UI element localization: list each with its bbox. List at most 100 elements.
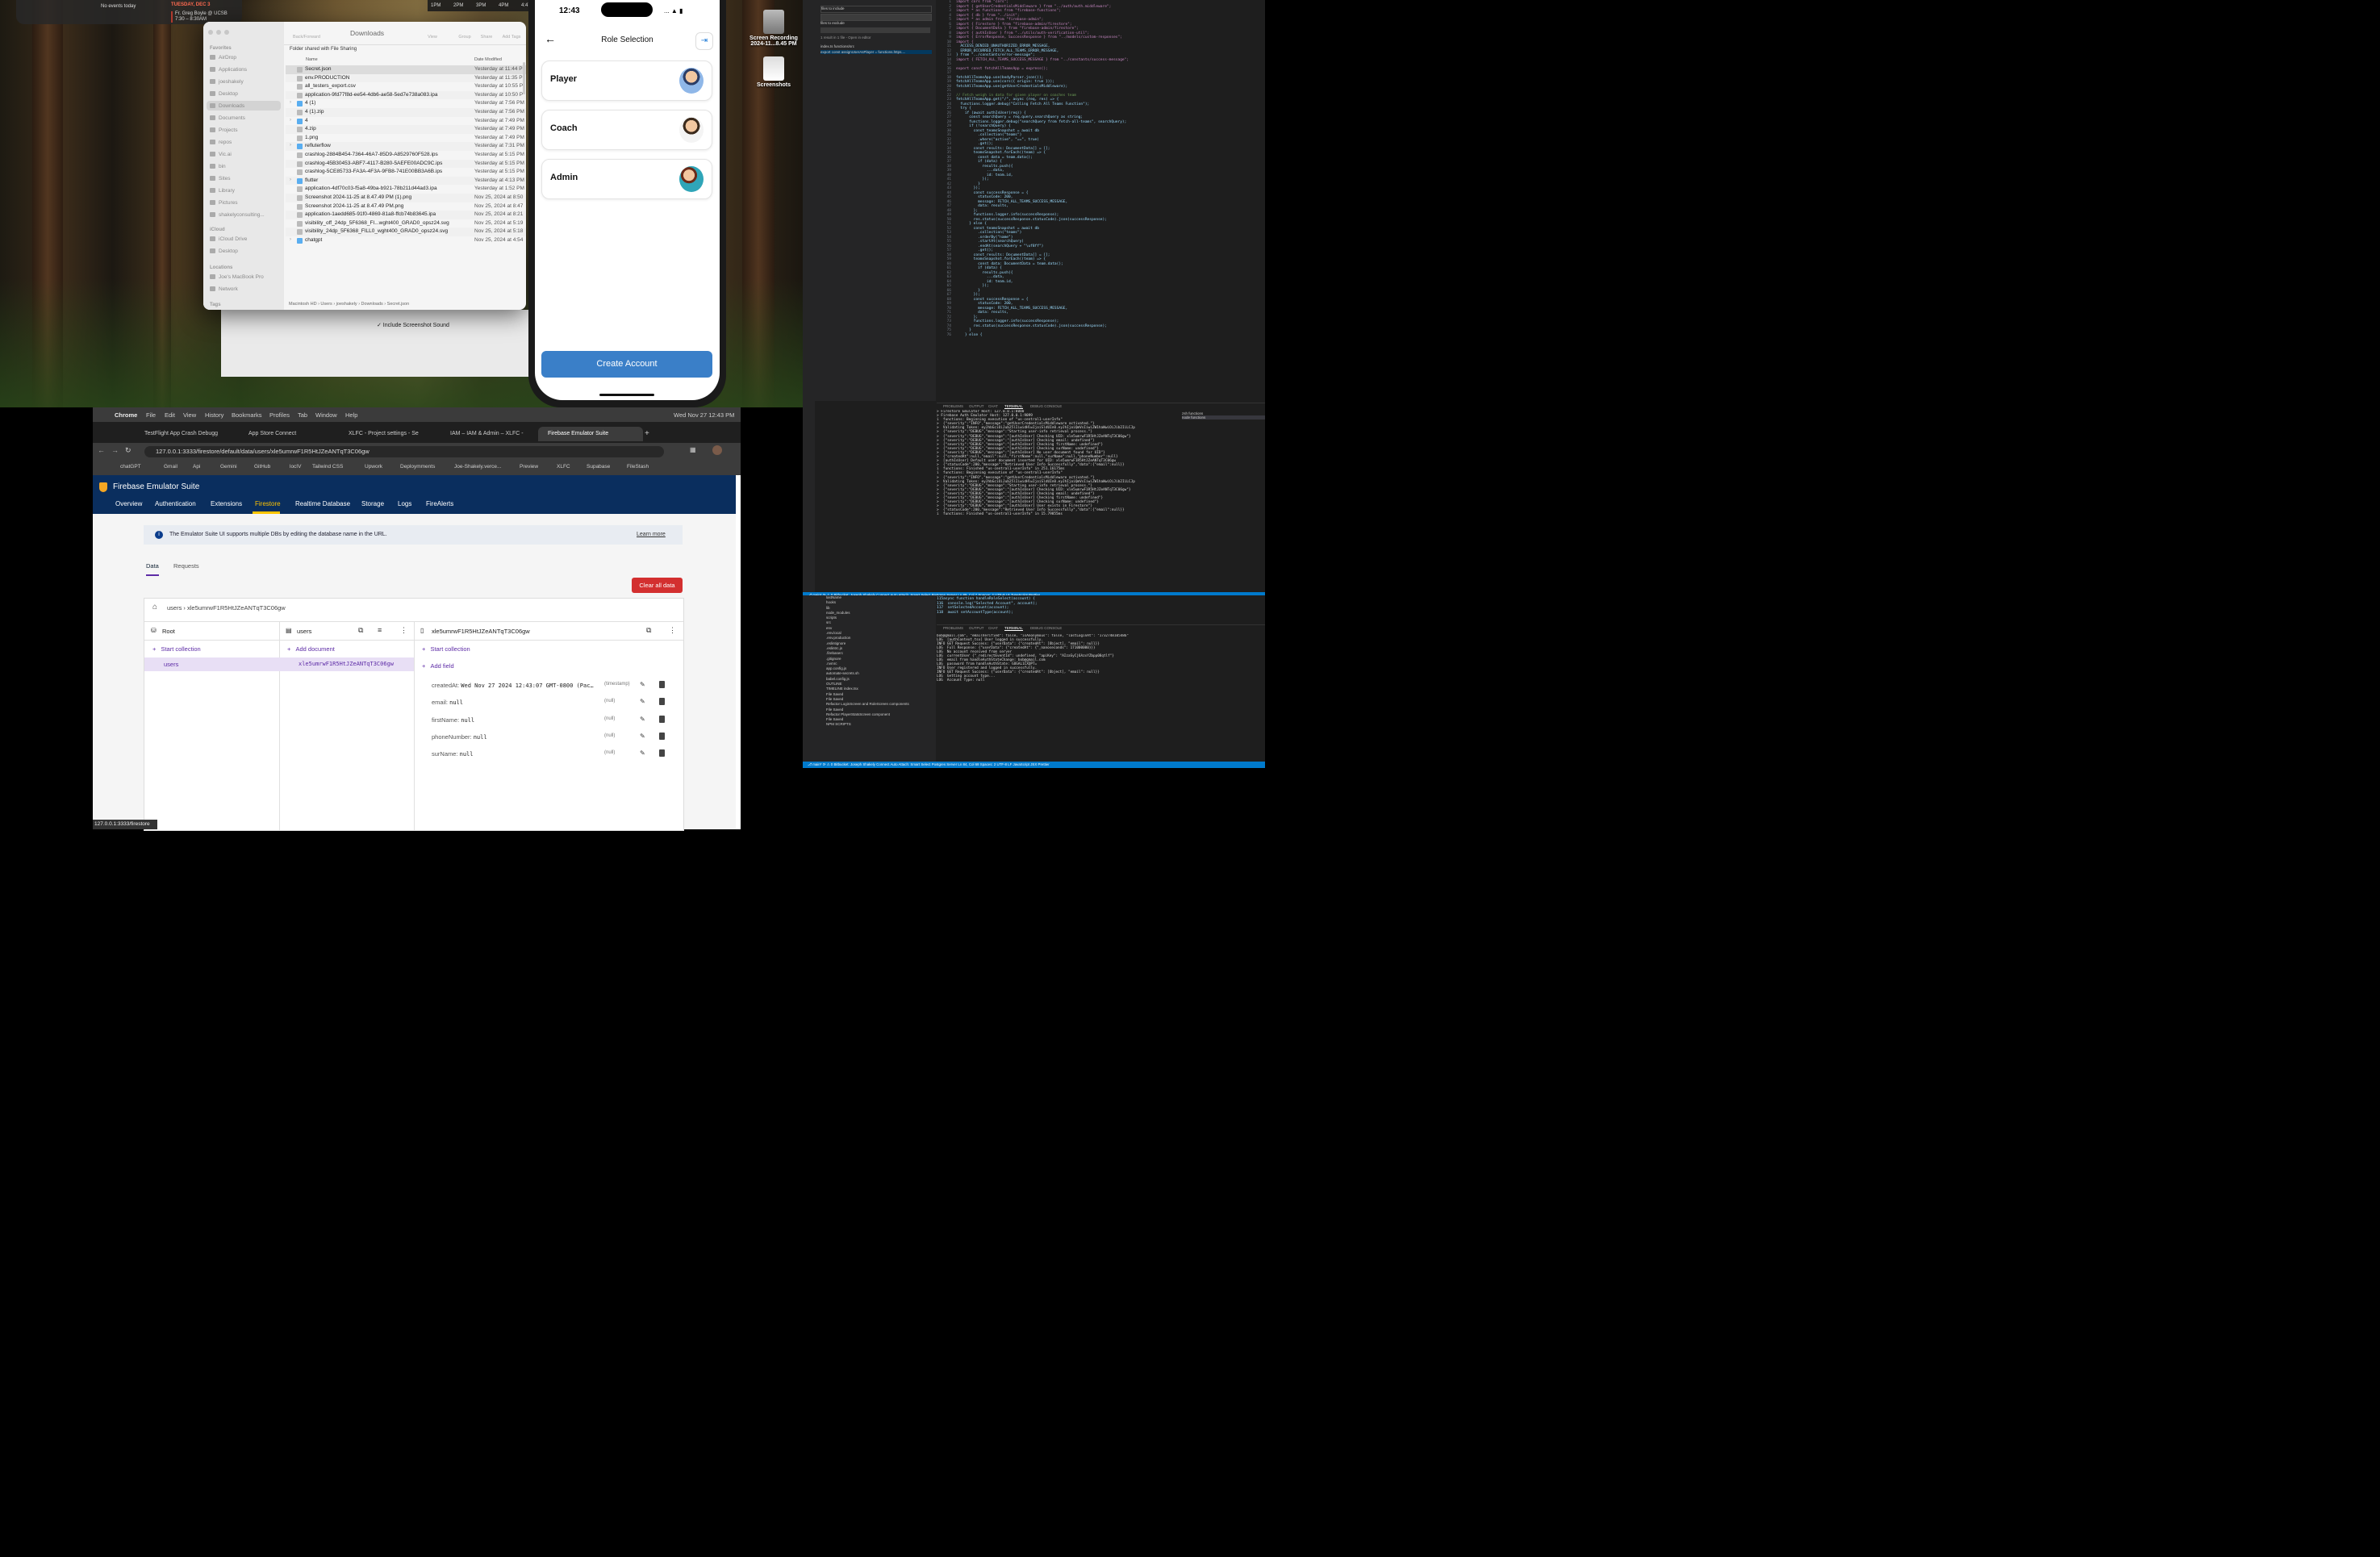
role-card-coach[interactable]: Coach [541,110,712,150]
document-field[interactable]: email: null (null) ✎ [432,698,665,706]
search-result-file[interactable]: index.ts functions/src [820,44,854,48]
tab-app-store-connect[interactable]: App Store Connect [240,427,337,441]
menu-window[interactable]: Window [315,411,337,419]
edit-icon[interactable]: ✎ [640,749,645,757]
back-icon[interactable]: ← [98,446,105,454]
zoom-button[interactable] [224,30,229,35]
file-row[interactable]: Secret.json Yesterday at 11:44 P [286,65,526,74]
minimize-button[interactable] [216,30,221,35]
bookmark-item[interactable]: Api [193,464,200,470]
sidebar-item-projects[interactable]: Projects [210,127,237,133]
start-collection-button[interactable]: + Start collection [422,645,470,653]
sidebar-item-macbook[interactable]: Joe's MacBook Pro [210,274,264,280]
delete-icon[interactable] [659,698,665,706]
group-button[interactable]: Group [453,35,476,40]
sidebar-item-network[interactable]: Network [210,286,238,292]
nav-overview[interactable]: Overview [115,500,142,507]
include-value[interactable] [820,14,932,21]
logout-icon[interactable]: ⇥ [695,32,713,50]
file-row[interactable]: › 4 Yesterday at 7:49 PM [286,117,526,126]
bookmark-item[interactable]: Upwork [365,464,382,470]
tab-requests[interactable]: Requests [173,562,199,570]
include-sound-checkbox[interactable]: ✓ Include Screenshot Sound [377,322,449,328]
code-line[interactable]: 76 } else { [937,333,1265,338]
sidebar-item-icloud-desktop[interactable]: Desktop [210,248,238,254]
role-card-player[interactable]: Player [541,61,712,101]
search-result-summary[interactable]: 1 result in 1 file - Open in editor [820,35,871,40]
file-row[interactable]: visibility_off_24dp_5F6368_FI...wght400_… [286,219,526,228]
tab-terminal[interactable]: TERMINAL [1004,404,1023,409]
file-row[interactable]: crashlog-5CE85733-FA3A-4F3A-9FB8-741E00B… [286,168,526,177]
desktop-icon-screenshots[interactable]: Screenshots [750,56,797,88]
edit-icon[interactable]: ✎ [640,716,645,723]
terminal-output[interactable]: bob@gmail.com", "emailVerified": false, … [937,634,1187,763]
file-row[interactable]: application-4df70c03-f5a8-49ba-b921-78b2… [286,185,526,194]
sidebar-item-shakely[interactable]: shakelyconsulting... [210,212,265,218]
tree-item[interactable]: NPM SCRIPTS [815,722,936,727]
extensions-icon[interactable]: ▦ [690,446,696,453]
home-icon[interactable]: ⌂ [152,603,157,612]
bookmark-item[interactable]: Joe-Shakely.verce... [454,464,501,470]
exclude-input[interactable]: files to exclude [820,21,930,27]
menu-profiles[interactable]: Profiles [269,411,290,419]
file-row[interactable]: application-1aedd685-91f0-4869-81a8-ffcb… [286,211,526,219]
menu-view[interactable]: View [183,411,196,419]
filter-icon[interactable]: ≡ [378,626,382,634]
calendar-event[interactable]: Fr. Greg Boyle @ UCSB 7:30 – 8:30AM [171,11,228,23]
code-line[interactable]: 118 await setAccountType(account); [937,611,1259,616]
edit-icon[interactable]: ✎ [640,698,645,705]
bookmark-item[interactable]: GitHub [254,464,270,470]
file-row[interactable]: › chatgpt Nov 25, 2024 at 4:54 [286,236,526,245]
column-header-modified[interactable]: Date Modified [474,57,502,62]
breadcrumb[interactable]: users › xle5umrwF1R5HtJZeANTqT3C06gw [167,604,286,612]
sidebar-item-documents[interactable]: Documents [210,115,245,121]
bookmark-item[interactable]: FileStash [627,464,649,470]
delete-icon[interactable] [659,715,665,723]
menu-chrome[interactable]: Chrome [115,411,137,419]
calendar-widget[interactable]: No events today TUESDAY, DEC 3 Fr. Greg … [16,0,242,24]
sidebar-item-airdrop[interactable]: AirDrop [210,55,236,61]
nav-firestore[interactable]: Firestore [255,500,281,507]
disclosure-icon[interactable]: › [290,237,291,242]
tab-iam[interactable]: IAM – IAM & Admin – XLFC - [442,427,537,441]
file-row[interactable]: all_testers_export.csv Yesterday at 10:55… [286,82,526,91]
sidebar-item-applications[interactable]: Applications [210,67,247,73]
nav-realtime-database[interactable]: Realtime Database [295,500,350,507]
file-row[interactable]: application-9fd77f8d-ee54-4db6-ae58-5ed7… [286,90,526,100]
tab-output[interactable]: OUTPUT [969,404,984,408]
delete-icon[interactable] [659,749,665,758]
disclosure-icon[interactable]: › [290,177,291,182]
document-field[interactable]: surName: null (null) ✎ [432,749,665,758]
disclosure-icon[interactable]: › [290,100,291,105]
column-header-name[interactable]: Name [306,57,318,62]
edit-icon[interactable]: ✎ [640,733,645,740]
code-editor[interactable]: 1 import cors from "cors"; 2 import { getUs… [937,0,1265,401]
menu-file[interactable]: File [146,411,156,419]
menu-tab[interactable]: Tab [298,411,307,419]
disclosure-icon[interactable]: › [290,118,291,123]
bookmark-item[interactable]: chatGPT [120,464,141,470]
include-input[interactable]: files to include [820,6,932,13]
nav-firealerts[interactable]: FireAlerts [426,500,453,507]
sidebar-item-pictures[interactable]: Pictures [210,200,237,206]
copy-icon[interactable]: ⧉ [646,626,651,635]
bookmark-item[interactable]: Preview [520,464,538,470]
sidebar-item-desktop[interactable]: Desktop [210,91,238,97]
scrollbar[interactable] [523,62,525,94]
tab-chat[interactable]: CHAT [988,626,998,630]
bookmark-item[interactable]: locIV [290,464,301,470]
view-button[interactable]: View [421,35,444,40]
add-document-button[interactable]: + Add document [287,645,335,653]
file-row[interactable]: crashlog-45B30453-ABF7-4117-B280-5AEFE00… [286,159,526,169]
more-menu-icon[interactable]: ⋮ [669,626,676,635]
exclude-value[interactable] [820,27,930,33]
learn-more-link[interactable]: Learn more [637,532,666,537]
tab-problems[interactable]: PROBLEMS [943,626,963,630]
search-result-match[interactable]: export const assignUserAsPlayer = functi… [820,50,932,54]
bookmark-item[interactable]: Deploymments [400,464,435,470]
sidebar-item-downloads[interactable]: Downloads [210,103,244,109]
tab-xlfc-settings[interactable]: XLFC - Project settings - Se [340,427,439,441]
url-input[interactable]: 127.0.0.1:3333/firestore/default/data/us… [144,446,664,457]
document-field[interactable]: createdAt: Wed Nov 27 2024 12:43:07 GMT-… [432,681,665,689]
role-card-admin[interactable]: Admin [541,159,712,199]
